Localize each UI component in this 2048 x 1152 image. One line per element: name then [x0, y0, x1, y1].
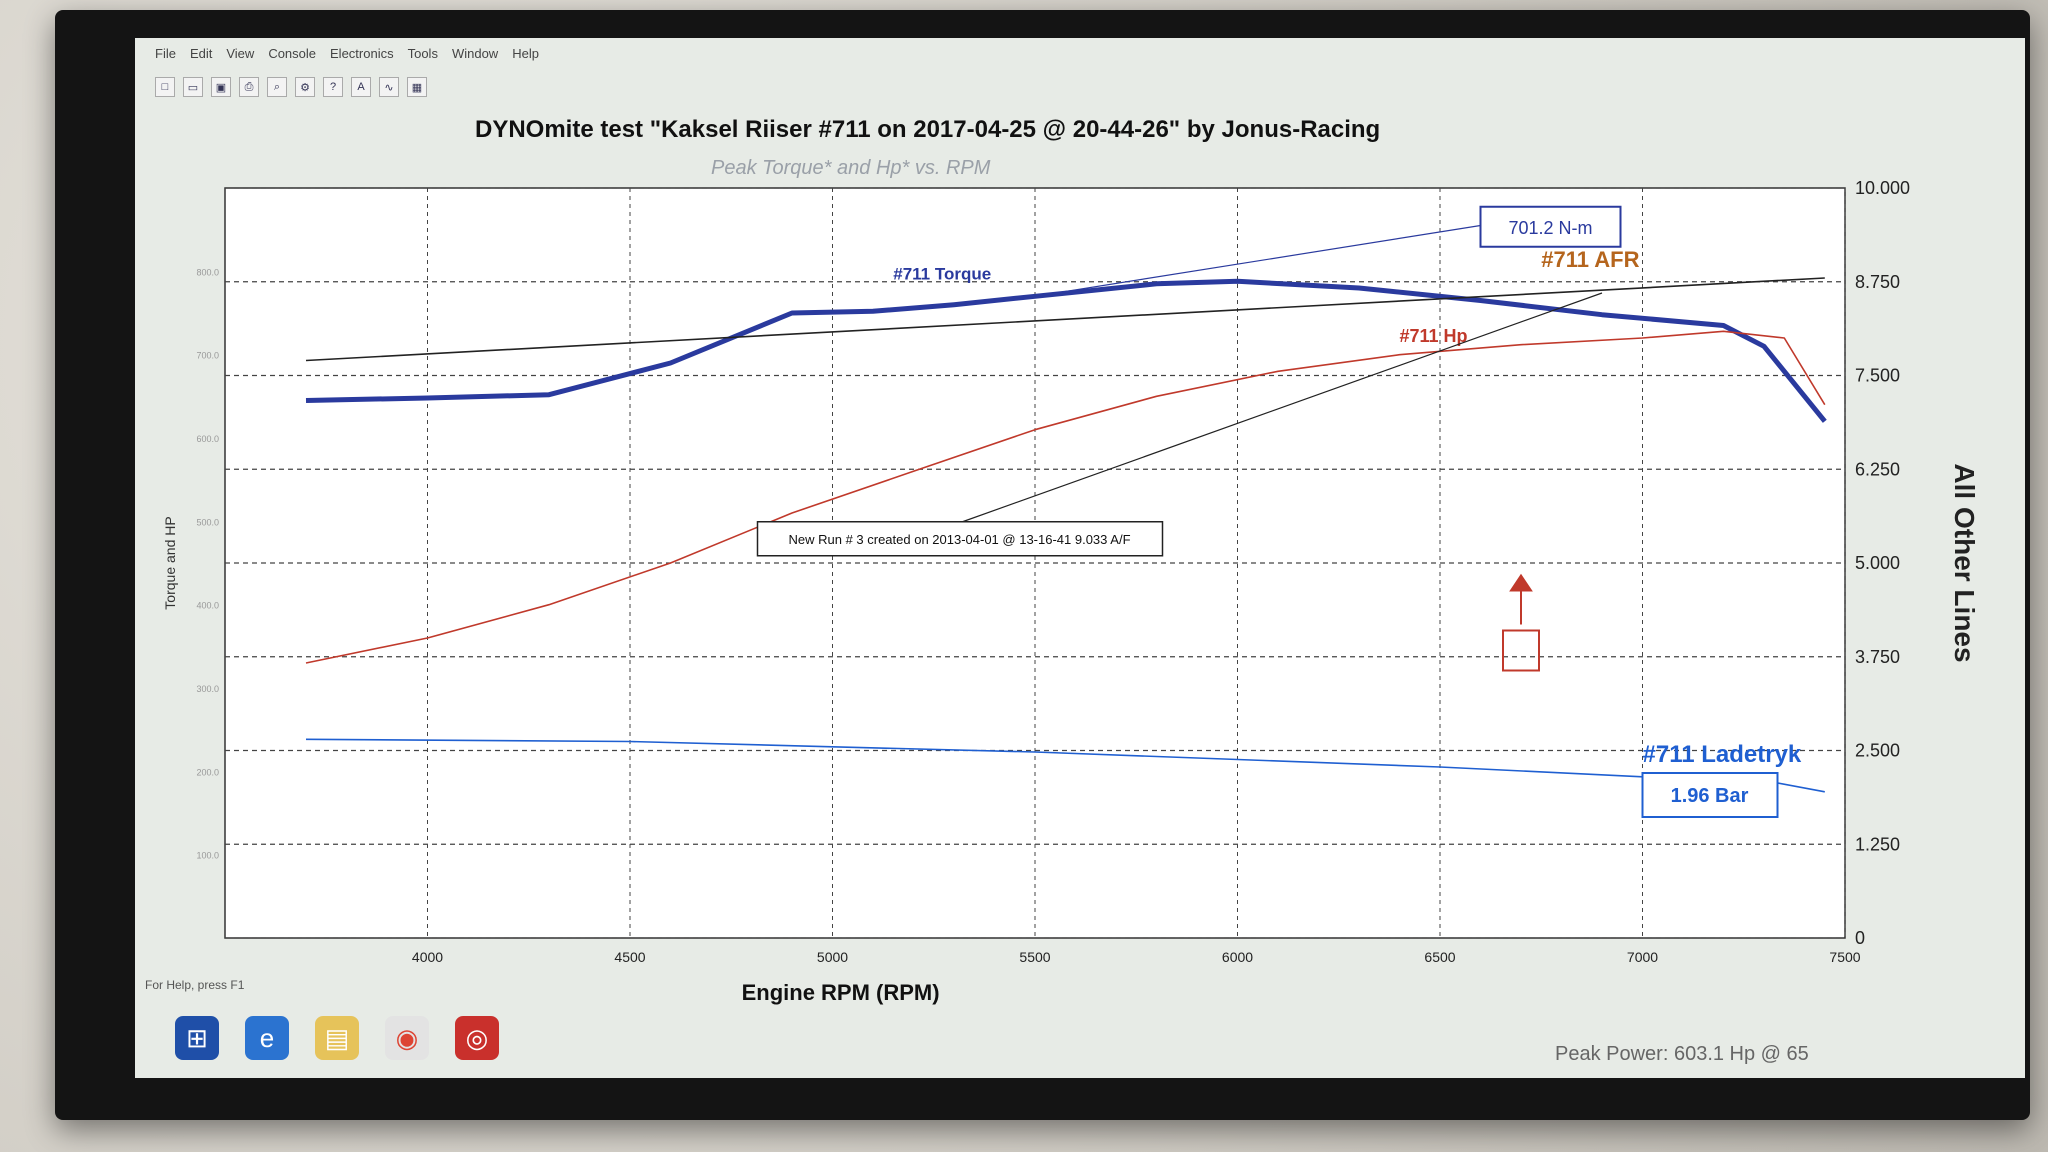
- peak-power-readout: Peak Power: 603.1 Hp @ 65: [1555, 1043, 1809, 1065]
- x-tick-label: 4000: [412, 949, 443, 965]
- right-tick-label: 2.500: [1855, 741, 1900, 761]
- left-tick-label: 200.0: [196, 767, 219, 777]
- screen: File Edit View Console Electronics Tools Windo…: [135, 38, 2025, 1078]
- left-tick-label: 100.0: [196, 851, 219, 861]
- right-tick-label: 3.750: [1855, 647, 1900, 667]
- right-tick-label: 7.500: [1855, 366, 1900, 386]
- chart-subtitle: Peak Torque* and Hp* vs. RPM: [711, 157, 991, 179]
- x-tick-label: 6500: [1424, 949, 1455, 965]
- run-note-text: New Run # 3 created on 2013-04-01 @ 13-1…: [788, 532, 1130, 547]
- x-tick-label: 6000: [1222, 949, 1253, 965]
- x-tick-label: 5500: [1019, 949, 1050, 965]
- right-tick-label: 10.000: [1855, 178, 1910, 198]
- left-tick-label: 700.0: [196, 351, 219, 361]
- dyno-chart: Peak Torque* and Hp* vs. RPM 4000 4500 5000…: [162, 157, 1980, 1005]
- chrome-icon[interactable]: ◉: [385, 1016, 429, 1060]
- status-bar: For Help, press F1: [145, 978, 245, 992]
- left-tick-label: 300.0: [196, 684, 219, 694]
- taskbar: ⊞ e ▤ ◉ ◎: [135, 1003, 695, 1073]
- monitor-bezel: File Edit View Console Electronics Tools Windo…: [55, 10, 2030, 1120]
- x-axis-label: Engine RPM (RPM): [742, 980, 940, 1005]
- left-tick-label: 600.0: [196, 434, 219, 444]
- right-axis-label: All Other Lines: [1949, 463, 1980, 662]
- boost-label: #711 Ladetryk: [1643, 741, 1802, 768]
- left-axis-label: Torque and HP: [162, 516, 178, 609]
- hp-label: #711 Hp: [1400, 326, 1468, 346]
- peak-torque-value: 701.2 N-m: [1508, 218, 1592, 238]
- afr-label: #711 AFR: [1541, 247, 1639, 272]
- x-tick-label: 4500: [614, 949, 645, 965]
- left-tick-label: 400.0: [196, 601, 219, 611]
- right-tick-label: 8.750: [1855, 272, 1900, 292]
- torque-label: #711 Torque: [893, 265, 991, 284]
- boost-value: 1.96 Bar: [1671, 785, 1749, 807]
- x-tick-label: 7500: [1829, 949, 1860, 965]
- right-tick-label: 1.250: [1855, 834, 1900, 854]
- dynomite-icon[interactable]: ◎: [455, 1016, 499, 1060]
- start-icon[interactable]: ⊞: [175, 1016, 219, 1060]
- file-explorer-icon[interactable]: ▤: [315, 1016, 359, 1060]
- right-tick-label: 0: [1855, 928, 1865, 948]
- right-tick-label: 5.000: [1855, 553, 1900, 573]
- left-tick-label: 500.0: [196, 517, 219, 527]
- right-tick-label: 6.250: [1855, 459, 1900, 479]
- internet-explorer-icon[interactable]: e: [245, 1016, 289, 1060]
- x-tick-label: 5000: [817, 949, 848, 965]
- x-tick-label: 7000: [1627, 949, 1658, 965]
- left-tick-label: 800.0: [196, 267, 219, 277]
